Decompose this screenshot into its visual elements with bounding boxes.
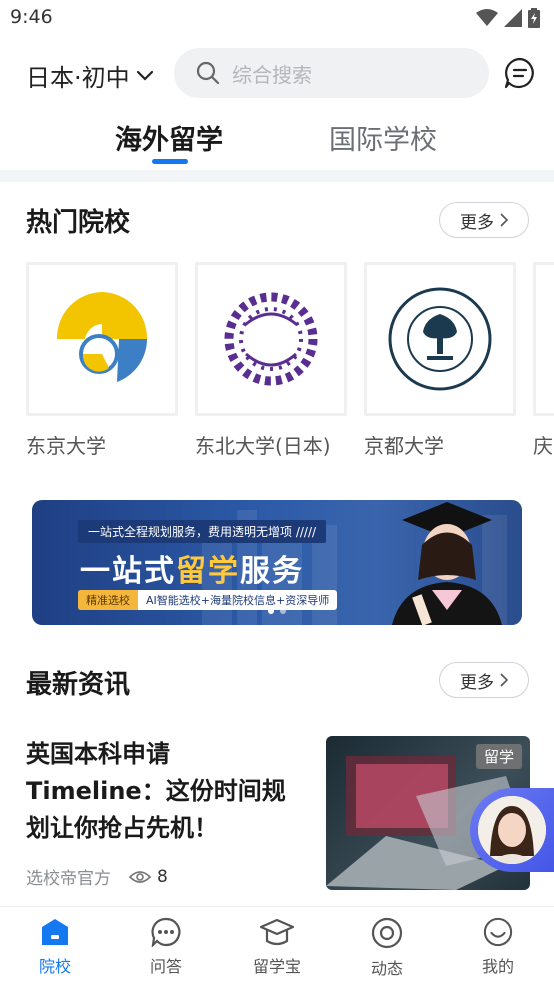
banner-tag: 精准选校 [78, 590, 138, 610]
nav-tab-qa[interactable]: 问答 [126, 917, 206, 977]
school-name: 京都大学 [364, 434, 444, 458]
school-name: 东北大学(日本) [195, 434, 331, 458]
floating-consultant-button[interactable] [470, 788, 554, 872]
search-icon [196, 61, 220, 85]
news-item-meta: 选校帝官方 8 [26, 864, 168, 890]
status-time: 9:46 [10, 6, 53, 28]
hot-schools-more-button[interactable]: 更多 [439, 202, 529, 238]
banner-dot [280, 608, 286, 614]
news-item[interactable]: 英国本科申请Timeline：这份时间规划让你抢占先机！ 选校帝官方 8 留学 [26, 736, 530, 890]
nav-tab-feed[interactable]: 动态 [347, 917, 427, 979]
bottom-nav: 院校 问答 留学宝 动态 我的 [0, 906, 554, 984]
nav-label: 院校 [38, 957, 71, 976]
wifi-icon [476, 9, 498, 26]
hot-schools-title: 热门院校 [26, 208, 131, 238]
search-input[interactable]: 综合搜索 [174, 48, 489, 98]
tab-overseas-study[interactable]: 海外留学 [115, 118, 223, 157]
kyoto-seal-logo-icon [388, 287, 492, 391]
section-divider [0, 170, 554, 182]
news-item-view-count: 8 [157, 866, 168, 887]
battery-icon [528, 8, 540, 28]
more-label: 更多 [460, 212, 494, 233]
school-card-tohoku[interactable]: 东北大学(日本) [195, 262, 347, 459]
banner-pagination [268, 608, 286, 614]
chevron-down-icon [136, 70, 153, 81]
school-card-tokyo[interactable]: 东京大学 [26, 262, 178, 459]
school-logo-frame [195, 262, 347, 416]
search-placeholder: 综合搜索 [232, 62, 312, 87]
news-item-source: 选校帝官方 [26, 869, 111, 889]
tab-bar: 海外留学 国际学校 [0, 112, 554, 172]
more-label: 更多 [460, 672, 494, 693]
hot-schools-list: 东京大学 东北大学(日本) 京都大学 庆 [26, 262, 554, 462]
message-icon[interactable] [503, 56, 537, 90]
nav-label: 问答 [149, 957, 182, 976]
news-item-title: 英国本科申请Timeline：这份时间规划让你抢占先机！ [26, 740, 286, 842]
banner-title-highlight: 留学 [176, 554, 240, 589]
school-icon [42, 919, 68, 945]
banner-subtitle: AI智能选校+海量院校信息+资深导师 [146, 594, 330, 607]
status-bar: 9:46 [0, 0, 554, 36]
banner-dot-active [268, 608, 274, 614]
header: 日本·初中 综合搜索 [0, 44, 554, 102]
news-item-badge: 留学 [475, 744, 522, 769]
status-icons [476, 8, 540, 28]
banner-title: 一站式留学服务 [80, 546, 304, 590]
school-logo-frame [364, 262, 516, 416]
graduation-cap-icon [259, 918, 295, 946]
target-icon [371, 917, 403, 949]
banner-title-part1: 一站式 [80, 554, 176, 589]
banner-subtitle-bar: 精准选校 AI智能选校+海量院校信息+资深导师 [78, 590, 338, 610]
school-name: 东京大学 [26, 434, 106, 458]
banner-title-part2: 服务 [240, 554, 304, 589]
tab-international-school[interactable]: 国际学校 [329, 118, 437, 157]
nav-tab-schools[interactable]: 院校 [15, 917, 95, 977]
school-name: 庆 [533, 434, 553, 458]
nav-tab-study-abroad[interactable]: 留学宝 [237, 917, 317, 977]
school-logo-frame [26, 262, 178, 416]
region-selector[interactable]: 日本·初中 [26, 58, 154, 93]
nav-label: 留学宝 [252, 957, 301, 976]
chevron-right-icon [500, 673, 508, 687]
eye-icon [129, 870, 151, 883]
chat-bubble-icon [151, 917, 181, 947]
nav-label: 我的 [481, 957, 514, 976]
region-label: 日本·初中 [26, 64, 130, 92]
school-card-keio[interactable]: 庆 [533, 262, 554, 459]
school-card-kyoto[interactable]: 京都大学 [364, 262, 516, 459]
chevron-right-icon [500, 213, 508, 227]
ginkgo-logo-icon [56, 292, 148, 382]
graduate-portrait-icon [392, 502, 502, 625]
consultant-avatar-icon [478, 796, 546, 864]
tab-indicator [152, 159, 188, 164]
nav-tab-profile[interactable]: 我的 [458, 917, 538, 977]
news-section-title: 最新资讯 [26, 670, 131, 700]
banner-top-text: 一站式全程规划服务，费用透明无增项 ///// [78, 520, 327, 543]
wreath-logo-icon [224, 292, 318, 386]
signal-icon [504, 9, 522, 27]
news-item-views: 8 [129, 867, 168, 887]
school-logo-frame [533, 262, 554, 416]
smile-icon [483, 917, 513, 947]
avatar [478, 796, 546, 864]
news-more-button[interactable]: 更多 [439, 662, 529, 698]
promo-banner[interactable]: 一站式全程规划服务，费用透明无增项 ///// 一站式留学服务 精准选校 AI智… [32, 500, 522, 625]
nav-label: 动态 [370, 959, 403, 978]
